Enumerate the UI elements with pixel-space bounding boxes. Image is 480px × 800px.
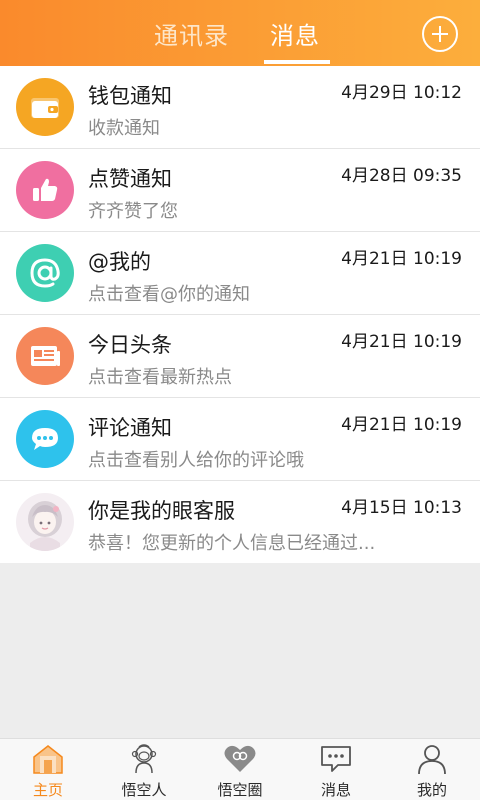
tab-messages[interactable]: 消息 (270, 16, 320, 52)
top-bar: 通讯录 消息 (0, 0, 480, 66)
message-list: 钱包通知 收款通知 4月29日 10:12 点赞通知 齐齐赞了您 4月28日 0… (0, 66, 480, 563)
nav-messages[interactable]: 消息 (288, 739, 384, 800)
thumbs-up-icon (16, 161, 74, 219)
message-time: 4月21日 10:19 (341, 415, 462, 435)
nav-mine[interactable]: 我的 (384, 739, 480, 800)
active-tab-indicator (264, 60, 330, 64)
nav-label: 我的 (416, 781, 447, 799)
message-subtitle: 点击查看最新热点 (88, 367, 232, 388)
home-icon (33, 745, 63, 774)
monkey-icon (131, 744, 157, 774)
nav-label: 悟空人 (121, 781, 167, 799)
nav-label: 悟空圈 (217, 781, 263, 799)
nav-wukong-circle[interactable]: 悟空圈 (192, 739, 288, 800)
plus-circle-icon[interactable] (422, 16, 458, 52)
message-time: 4月21日 10:19 (341, 332, 462, 352)
message-title: 点赞通知 (88, 167, 172, 191)
message-row-mentions[interactable]: @我的 点击查看@你的通知 4月21日 10:19 (0, 232, 480, 315)
message-title: 钱包通知 (88, 84, 172, 108)
nav-label: 消息 (320, 781, 351, 799)
nav-label: 主页 (32, 781, 63, 799)
bottom-nav: 主页 悟空人 悟空圈 消息 我的 (0, 738, 480, 800)
user-avatar-icon (16, 493, 74, 551)
message-title: 今日头条 (88, 333, 172, 357)
message-row-headlines[interactable]: 今日头条 点击查看最新热点 4月21日 10:19 (0, 315, 480, 398)
nav-home[interactable]: 主页 (0, 739, 96, 800)
newspaper-icon (16, 327, 74, 385)
heart-circle-icon (224, 745, 256, 772)
at-icon (16, 244, 74, 302)
message-subtitle: 点击查看@你的通知 (88, 284, 250, 305)
message-icon (321, 746, 351, 772)
person-icon (418, 745, 446, 775)
message-row-wallet[interactable]: 钱包通知 收款通知 4月29日 10:12 (0, 66, 480, 149)
wallet-icon (16, 78, 74, 136)
message-subtitle: 齐齐赞了您 (88, 201, 178, 222)
message-subtitle: 恭喜！您更新的个人信息已经通过... (88, 533, 376, 554)
message-subtitle: 收款通知 (88, 118, 160, 139)
message-row-likes[interactable]: 点赞通知 齐齐赞了您 4月28日 09:35 (0, 149, 480, 232)
message-row-support[interactable]: 你是我的眼客服 恭喜！您更新的个人信息已经通过... 4月15日 10:13 (0, 481, 480, 563)
message-time: 4月29日 10:12 (341, 83, 462, 103)
nav-wukong-people[interactable]: 悟空人 (96, 739, 192, 800)
message-title: 评论通知 (88, 416, 172, 440)
message-title: @我的 (88, 250, 151, 274)
comment-icon (16, 410, 74, 468)
message-row-comments[interactable]: 评论通知 点击查看别人给你的评论哦 4月21日 10:19 (0, 398, 480, 481)
tab-contacts[interactable]: 通讯录 (154, 16, 229, 52)
message-time: 4月28日 09:35 (341, 166, 462, 186)
message-title: 你是我的眼客服 (88, 499, 235, 523)
message-time: 4月15日 10:13 (341, 498, 462, 518)
message-time: 4月21日 10:19 (341, 249, 462, 269)
message-subtitle: 点击查看别人给你的评论哦 (88, 450, 304, 471)
